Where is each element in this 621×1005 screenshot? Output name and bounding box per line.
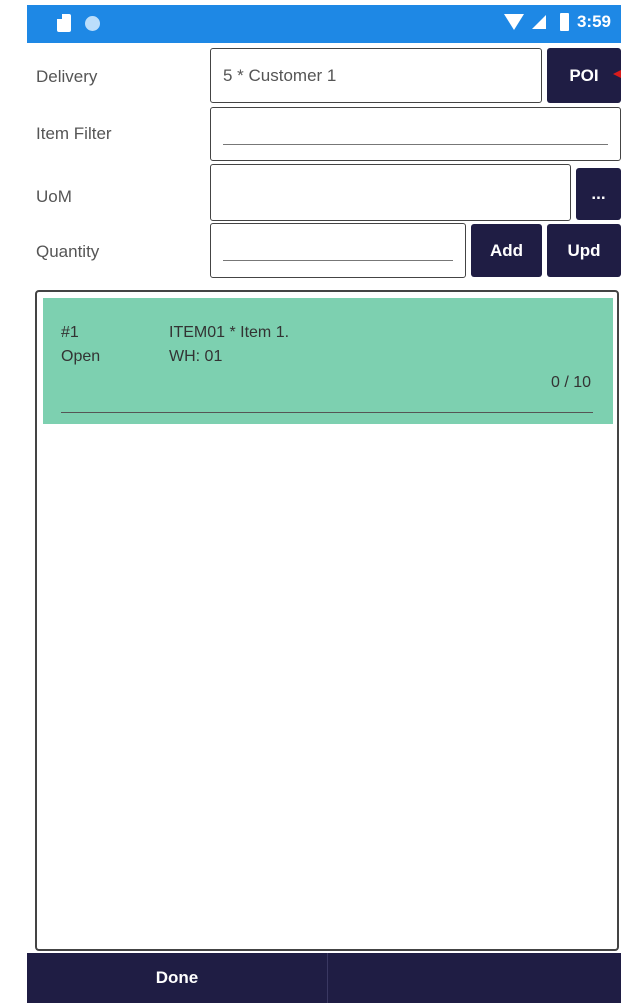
left-margin: [0, 0, 27, 1005]
uom-field[interactable]: [210, 164, 571, 221]
item-status: Open: [61, 348, 101, 365]
item-title: ITEM01 * Item 1.: [169, 324, 290, 341]
item-number: #1: [61, 324, 79, 341]
poi-button-label: POI: [569, 65, 599, 85]
uom-picker-label: ...: [591, 184, 606, 203]
app-screen: 3:59 Delivery 5 * Customer 1 POI Item Fi…: [0, 0, 621, 1005]
sd-card-icon: [57, 14, 71, 32]
bottom-bar-divider: [327, 953, 328, 1003]
delivery-value: 5 * Customer 1: [223, 66, 337, 85]
signal-icon: [531, 15, 546, 29]
uom-picker-button[interactable]: ...: [576, 168, 621, 220]
battery-icon: [559, 13, 569, 31]
quantity-label: Quantity: [36, 242, 100, 261]
done-button[interactable]: Done: [27, 953, 327, 1003]
item-filter-underline: [223, 144, 608, 145]
clock: 3:59: [576, 12, 611, 31]
arrow-indicator-icon: [613, 70, 621, 78]
upd-button-label: Upd: [567, 240, 601, 260]
add-button[interactable]: Add: [471, 224, 542, 277]
item-warehouse: WH: 01: [169, 348, 223, 365]
item-filter-input[interactable]: [210, 107, 621, 161]
item-filter-label: Item Filter: [36, 124, 112, 143]
notification-icons: [57, 14, 100, 32]
upd-button[interactable]: Upd: [547, 224, 621, 277]
item-progress: 0 / 10: [550, 374, 591, 391]
uom-label: UoM: [36, 187, 72, 206]
done-button-label: Done: [155, 968, 199, 987]
status-bar: 3:59: [27, 5, 621, 43]
quantity-underline: [223, 260, 453, 261]
quantity-input[interactable]: [210, 223, 466, 278]
notification-dot-icon: [85, 15, 100, 31]
delivery-label: Delivery: [36, 67, 98, 86]
wifi-icon: [503, 14, 524, 30]
items-list[interactable]: #1 Open ITEM01 * Item 1. WH: 01 0 / 10: [35, 290, 619, 951]
item-progress-line: [61, 412, 593, 413]
list-item[interactable]: #1 Open ITEM01 * Item 1. WH: 01 0 / 10: [43, 298, 613, 424]
poi-button[interactable]: POI: [547, 48, 621, 103]
bottom-bar: Done: [27, 953, 621, 1003]
delivery-field[interactable]: 5 * Customer 1: [210, 48, 542, 103]
add-button-label: Add: [489, 240, 524, 260]
system-icons: 3:59: [503, 12, 611, 32]
